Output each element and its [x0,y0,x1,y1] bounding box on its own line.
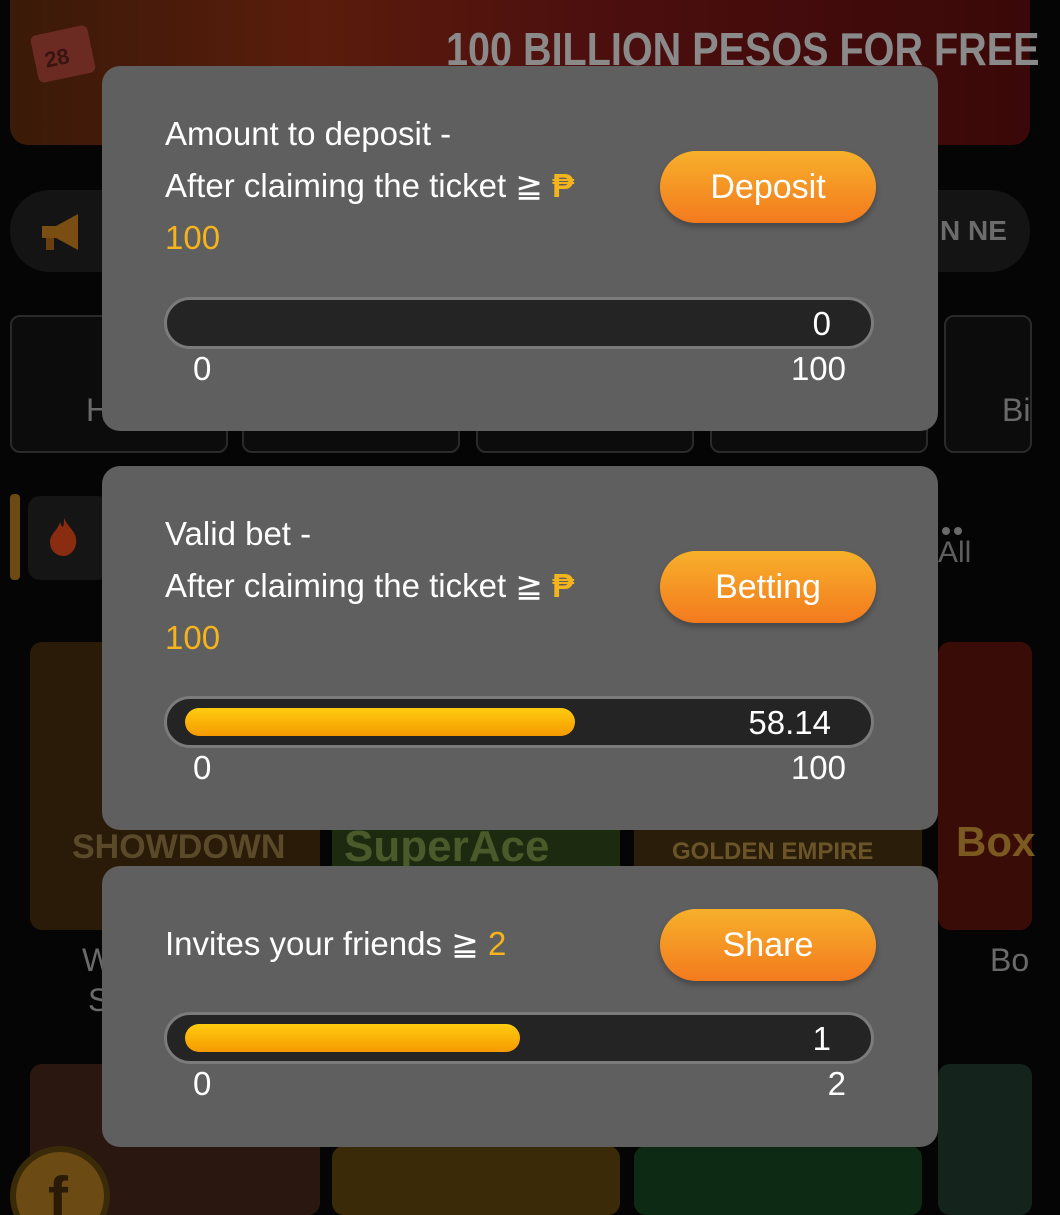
tab-all: All [938,536,972,569]
deposit-task-card: Amount to deposit - After claiming the t… [102,66,938,431]
task-target: 100 [165,619,221,656]
fire-icon [50,518,77,556]
task-condition: After claiming the ticket ≧ [165,567,553,604]
range-max: 2 [827,1065,846,1102]
invite-task-card: Invites your friends ≧ 2 Share 1 0 2 [102,866,938,1147]
range-min: 0 [193,350,212,387]
range-max: 100 [790,749,846,786]
category-label: Bi [1002,392,1031,428]
betting-task-card: Valid bet - After claiming the ticket ≧ … [102,466,938,830]
range-min: 0 [193,749,212,786]
betting-progress-bar: 58.14 [164,696,874,748]
task-title: Invites your friends ≧ 2 [165,927,506,960]
game-title: Box [956,818,1036,865]
progress-value: 0 [812,305,831,342]
announcement-text: N NE [940,215,1007,246]
calendar-date: 28 [42,43,72,73]
range-min: 0 [193,1065,212,1102]
section-marker [10,494,20,580]
task-title-line2: After claiming the ticket ≧ ₱ [165,169,574,202]
calendar-icon: 28 [29,24,97,84]
betting-button[interactable]: Betting [660,551,876,623]
facebook-glyph: f [48,1165,68,1215]
task-title-line1: Amount to deposit - [165,115,452,152]
task-title-line2: After claiming the ticket ≧ ₱ [165,569,574,602]
task-condition: Invites your friends ≧ [165,925,488,962]
game-title: SHOWDOWN [72,828,286,866]
progress-value: 1 [812,1020,831,1057]
task-title-line1: Valid bet - [165,515,312,552]
deposit-button[interactable]: Deposit [660,151,876,223]
game-title: GOLDEN EMPIRE [672,838,874,865]
peso-icon: ₱ [552,567,575,604]
peso-icon: ₱ [552,167,575,204]
task-condition: After claiming the ticket ≧ [165,167,553,204]
progress-fill [185,1024,520,1052]
invite-progress-bar: 1 [164,1012,874,1064]
deposit-progress-bar: 0 [164,297,874,349]
game-card [938,642,1032,930]
game-card [634,1146,922,1215]
range-max: 100 [790,350,846,387]
category-tile [944,315,1032,453]
share-button[interactable]: Share [660,909,876,981]
game-caption: Bo [990,942,1030,978]
task-target: 100 [165,219,221,256]
progress-fill [185,708,575,736]
megaphone-icon [42,214,78,250]
game-card [332,1146,620,1215]
game-card [938,1064,1032,1215]
more-dots-icon [942,522,966,535]
progress-value: 58.14 [748,704,831,741]
task-target: 2 [487,925,507,962]
